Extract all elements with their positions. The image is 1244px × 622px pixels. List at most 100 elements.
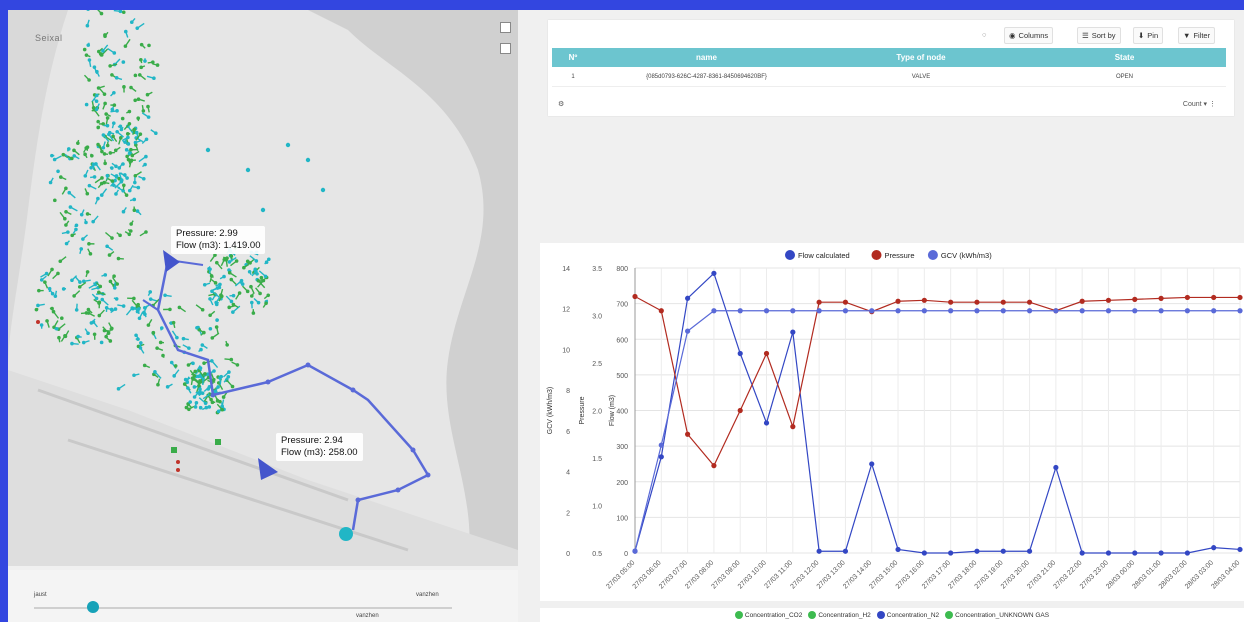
network-node <box>240 282 245 286</box>
network-node <box>134 333 138 338</box>
network-node <box>139 57 143 62</box>
network-node <box>114 76 119 80</box>
network-node <box>105 116 110 120</box>
column-header[interactable]: Nº <box>552 48 594 67</box>
data-point <box>1079 550 1085 556</box>
network-node <box>202 361 206 365</box>
column-header[interactable]: name <box>594 48 819 67</box>
legend-item[interactable]: Concentration_N2 <box>876 611 939 619</box>
network-node <box>123 44 128 48</box>
time-slider-handle[interactable] <box>86 601 99 613</box>
network-node <box>215 399 220 403</box>
network-node <box>87 183 92 188</box>
network-node <box>118 124 123 129</box>
legend-marker <box>785 250 795 260</box>
network-node <box>264 301 268 306</box>
network-node <box>61 287 66 291</box>
network-node <box>205 147 211 153</box>
network-node <box>125 154 129 159</box>
data-point <box>1000 308 1006 314</box>
network-node <box>112 90 116 95</box>
network-node <box>260 207 266 213</box>
legend-item[interactable]: Concentration_CO2 <box>734 611 802 619</box>
network-node <box>215 260 219 265</box>
network-node <box>64 186 68 191</box>
route-node <box>355 497 361 503</box>
network-node <box>115 129 119 134</box>
map-canvas[interactable] <box>8 10 518 566</box>
network-node <box>191 361 195 366</box>
legend-item[interactable]: Concentration_H2 <box>808 611 871 619</box>
network-map[interactable]: Seixal Pressure: 2.99 Flow (m3): 1.419.0… <box>8 10 518 566</box>
network-node <box>86 311 91 315</box>
filter-button[interactable]: ▼ Filter <box>1178 27 1216 44</box>
tick-label: 14 <box>562 266 570 273</box>
columns-button[interactable]: ◉ Columns <box>1004 27 1054 44</box>
legend-label: GCV (kWh/m3) <box>941 251 992 260</box>
network-node <box>105 143 110 148</box>
network-node <box>126 135 130 140</box>
sort-icon: ☰ <box>1082 31 1089 40</box>
settings-icon[interactable]: ⚙ <box>558 100 564 108</box>
axis-label: Pressure <box>579 396 586 424</box>
tooltip-flow: Flow (m3): 1.419.00 <box>176 240 261 251</box>
network-node <box>105 244 109 249</box>
network-node <box>64 223 68 227</box>
column-header[interactable]: Type of node <box>819 48 1023 67</box>
tick-label: 3.0 <box>592 314 602 321</box>
data-point <box>685 295 691 301</box>
data-point <box>763 350 770 357</box>
filter-icon: ▼ <box>1183 31 1191 40</box>
table-header: Nº name Type of node State <box>552 48 1226 67</box>
table-row[interactable]: 1 {085d0793-626C-4287-8361-8450694620BF}… <box>552 68 1226 87</box>
network-node <box>87 242 91 246</box>
network-node <box>94 296 99 301</box>
data-point <box>842 548 849 554</box>
network-node <box>97 290 101 295</box>
map-layer-checkbox[interactable] <box>500 22 511 33</box>
data-point <box>711 463 717 469</box>
data-point <box>869 308 875 314</box>
network-node <box>43 280 47 284</box>
data-point <box>948 550 954 556</box>
data-point <box>1158 308 1164 314</box>
network-node <box>85 212 90 216</box>
network-node <box>85 23 90 28</box>
concentration-legend: Concentration_CO2 Concentration_H2 Concent… <box>540 608 1244 622</box>
network-node <box>216 385 220 389</box>
data-point <box>816 299 822 305</box>
pin-label: Pin <box>1147 31 1159 40</box>
filter-label: Filter <box>1193 31 1211 40</box>
table-footer: ⚙ Count ▾ ⋮ <box>558 100 1222 112</box>
legend-marker <box>876 611 885 619</box>
network-node <box>320 187 326 193</box>
network-node <box>97 300 102 305</box>
network-node <box>50 306 54 311</box>
data-point <box>816 308 822 314</box>
network-node <box>202 282 207 287</box>
network-node <box>74 223 79 228</box>
legend-item[interactable]: Concentration_UNKNOWN GAS <box>945 611 1049 619</box>
network-node <box>50 291 55 296</box>
count-dropdown[interactable]: Count ▾ ⋮ <box>1183 100 1216 108</box>
series-line <box>634 310 1240 552</box>
network-node <box>74 308 79 312</box>
network-node <box>86 307 91 312</box>
tick-label: 0 <box>624 551 628 558</box>
refresh-button[interactable]: ◌ <box>978 27 990 42</box>
network-node <box>48 180 53 185</box>
data-point <box>921 550 927 556</box>
data-point <box>1079 308 1085 314</box>
chart-canvas[interactable]: 0 2 4 6 8 10 12 14 GCV (kWh/m3) 0.5 1.0 1.5 2.0 2.5 3.… <box>540 243 1244 601</box>
network-node <box>78 280 82 284</box>
data-point <box>1184 550 1190 556</box>
data-point <box>948 308 954 314</box>
map-layer-checkbox[interactable] <box>500 43 511 54</box>
network-node <box>249 284 253 289</box>
network-node <box>210 359 214 363</box>
pin-button[interactable]: ⬇ Pin <box>1133 27 1164 44</box>
network-node <box>208 326 213 331</box>
sort-button[interactable]: ☰ Sort by <box>1077 27 1121 44</box>
column-header[interactable]: State <box>1023 48 1226 67</box>
x-tick-label: 28/03 04:00 <box>1210 559 1241 590</box>
